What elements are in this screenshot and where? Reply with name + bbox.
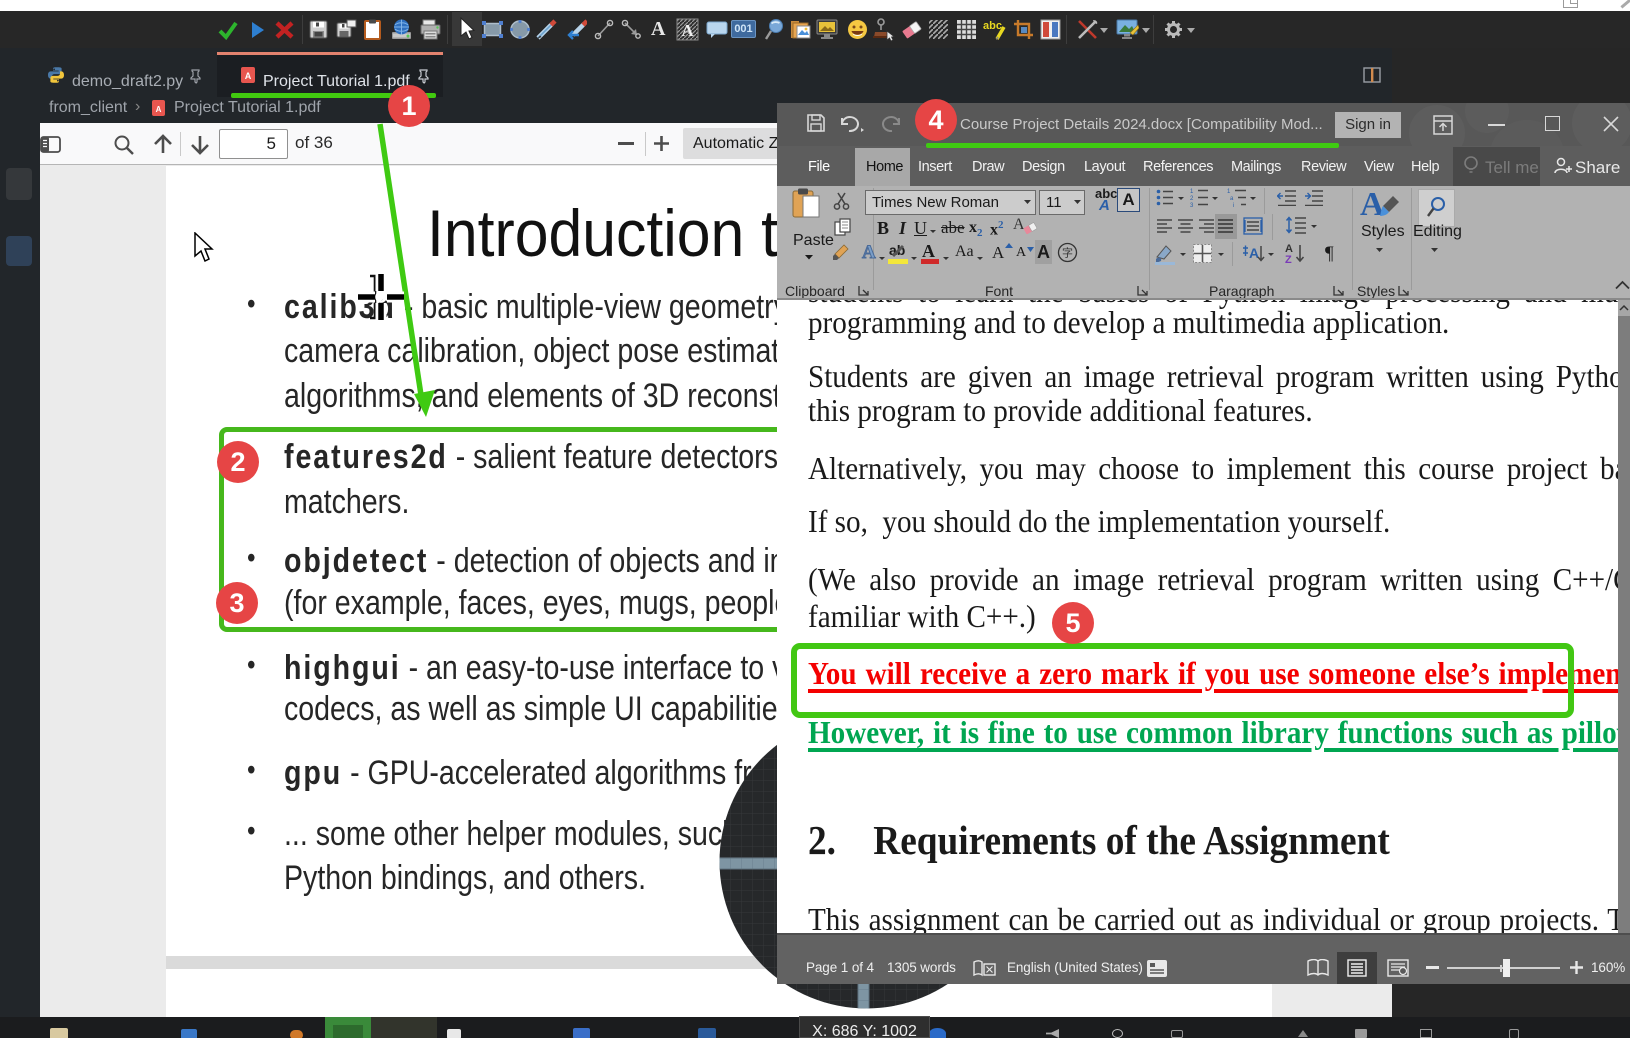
svg-text:字: 字 (1062, 246, 1073, 260)
svg-text:A: A (156, 105, 162, 114)
svg-text:2: 2 (1190, 196, 1194, 202)
svg-text:1: 1 (1190, 189, 1194, 195)
svg-text:Z: Z (1285, 254, 1292, 265)
svg-text:3: 3 (1190, 203, 1194, 207)
svg-text:i: i (1233, 203, 1234, 207)
svg-text:1: 1 (1227, 189, 1231, 195)
svg-text:a: a (1230, 196, 1234, 202)
svg-text:A: A (681, 21, 694, 40)
svg-text:abc: abc (983, 20, 1002, 32)
svg-text:A: A (1249, 245, 1259, 261)
svg-text:A: A (245, 71, 252, 81)
